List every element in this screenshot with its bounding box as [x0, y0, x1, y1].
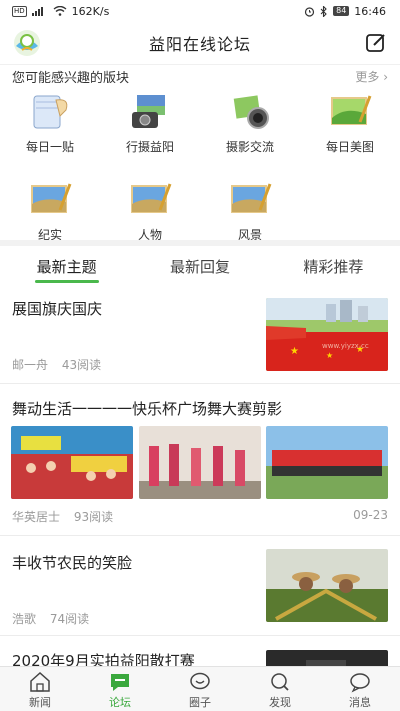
board-daily-pictures[interactable]: 每日美图 [305, 92, 395, 162]
feed-tabs: 最新主题 最新回复 精彩推荐 [0, 246, 400, 286]
more-boards-link[interactable]: 更多 › [355, 68, 388, 85]
nav-label: 论坛 [109, 696, 131, 709]
search-icon [271, 673, 289, 691]
nav-label: 圈子 [189, 696, 211, 709]
forum-chat-icon [111, 674, 129, 691]
post-date: 09-23 [353, 508, 388, 522]
post-thumbnail[interactable]: ★ ★ ★ www.yiyzx.cc [266, 298, 388, 371]
message-icon [350, 673, 370, 693]
picture-icon [131, 183, 172, 213]
boxing-match-photo [266, 650, 388, 666]
svg-text:★: ★ [326, 351, 333, 360]
post-views: 74阅读 [49, 612, 90, 626]
list-item[interactable]: 舞动生活一一一一快乐杯广场舞大赛剪影 华英居士 93阅读 09-23 [0, 384, 400, 536]
watermark-text: www.yiyzx.cc [322, 342, 369, 350]
alarm-icon [305, 6, 315, 17]
board-label: 行摄益阳 [125, 140, 174, 154]
post-author: 浩歌 [12, 612, 37, 626]
nav-label: 新闻 [29, 696, 51, 709]
tab-featured[interactable]: 精彩推荐 [267, 246, 400, 286]
clock: 16:46 [354, 4, 386, 18]
dance-stage-photo [11, 426, 133, 499]
battery-level: 84 [333, 6, 350, 16]
post-thumbnail[interactable] [139, 426, 261, 499]
app-logo-icon[interactable] [12, 28, 42, 58]
circle-chat-icon [190, 672, 210, 690]
post-title: 丰收节农民的笑脸 [12, 554, 133, 572]
post-title: 展国旗庆国庆 [12, 300, 103, 318]
post-author: 华英居士 [12, 510, 61, 524]
app-header: 益阳在线论坛 [0, 22, 400, 64]
green-landscape-icon [331, 95, 372, 125]
chevron-right-icon: › [383, 70, 388, 84]
status-bar: HD 162K/s 84 16:46 [0, 0, 400, 22]
network-badge: HD [12, 5, 27, 17]
bluetooth-icon [320, 5, 327, 17]
list-item[interactable]: 2020年9月实拍益阳散打赛 [0, 636, 400, 666]
post-author: 邮一舟 [12, 358, 49, 372]
nav-discover[interactable]: 发现 [240, 667, 320, 711]
post-title: 2020年9月实拍益阳散打赛 [12, 652, 195, 666]
tab-latest-topics[interactable]: 最新主题 [0, 246, 133, 286]
list-item[interactable]: 丰收节农民的笑脸 浩歌 74阅读 [0, 536, 400, 636]
notepad-icon [33, 95, 68, 129]
post-meta: 华英居士 93阅读 [12, 508, 113, 525]
more-label: 更多 [355, 70, 380, 84]
board-label: 摄影交流 [225, 140, 274, 154]
post-views: 93阅读 [73, 510, 114, 524]
status-left: HD 162K/s [12, 5, 109, 18]
board-yiyang-photo[interactable]: 行摄益阳 [105, 92, 195, 162]
group-dance-photo [266, 426, 388, 499]
harvest-farmers-photo [266, 549, 388, 622]
tab-latest-replies[interactable]: 最新回复 [133, 246, 266, 286]
post-meta: 邮一舟 43阅读 [12, 356, 101, 373]
post-meta: 浩歌 74阅读 [12, 610, 89, 627]
board-daily-post[interactable]: 每日一贴 [5, 92, 95, 162]
home-icon [30, 671, 50, 692]
recommended-boards-header: 您可能感兴趣的版块 更多 › [0, 64, 400, 88]
post-thumbnail[interactable] [266, 549, 388, 622]
post-thumbnail[interactable] [266, 650, 388, 666]
flag-celebration-photo: ★ ★ ★ www.yiyzx.cc [266, 298, 388, 371]
section-title: 您可能感兴趣的版块 [12, 71, 130, 86]
nav-news[interactable]: 新闻 [0, 667, 80, 711]
camera-photo-icon [132, 93, 167, 128]
post-thumbnail[interactable] [266, 426, 388, 499]
list-item[interactable]: 展国旗庆国庆 邮一舟 43阅读 ★ ★ ★ www.yiyzx.cc [0, 286, 400, 384]
board-grid: 每日一贴 行摄益阳 摄影交流 每日美图 纪实 人物 风景 [0, 92, 400, 242]
post-thumbnail[interactable] [11, 426, 133, 499]
picture-icon [231, 183, 272, 213]
board-photography-exchange[interactable]: 摄影交流 [205, 92, 295, 162]
nav-label: 发现 [269, 696, 291, 709]
post-feed: 展国旗庆国庆 邮一舟 43阅读 ★ ★ ★ www.yiyzx.cc 舞动生活一… [0, 286, 400, 666]
status-right: 84 16:46 [304, 5, 386, 18]
bottom-nav: 新闻 论坛 圈子 发现 消息 [0, 666, 400, 711]
picture-icon [31, 183, 72, 213]
cell-signal-icon [31, 7, 43, 16]
post-views: 43阅读 [61, 358, 102, 372]
board-label: 每日美图 [325, 140, 374, 154]
svg-text:★: ★ [290, 346, 299, 357]
post-title: 舞动生活一一一一快乐杯广场舞大赛剪影 [12, 400, 283, 418]
compose-icon[interactable] [364, 31, 388, 55]
network-speed: 162K/s [71, 4, 110, 18]
nav-forum[interactable]: 论坛 [80, 667, 160, 711]
nav-messages[interactable]: 消息 [320, 667, 400, 711]
camera-lens-icon [231, 93, 269, 129]
page-title: 益阳在线论坛 [148, 35, 251, 54]
nav-label: 消息 [349, 696, 371, 709]
board-label: 每日一贴 [25, 140, 74, 154]
dancers-photo [139, 426, 261, 499]
wifi-icon [53, 6, 67, 16]
nav-circle[interactable]: 圈子 [160, 667, 240, 711]
